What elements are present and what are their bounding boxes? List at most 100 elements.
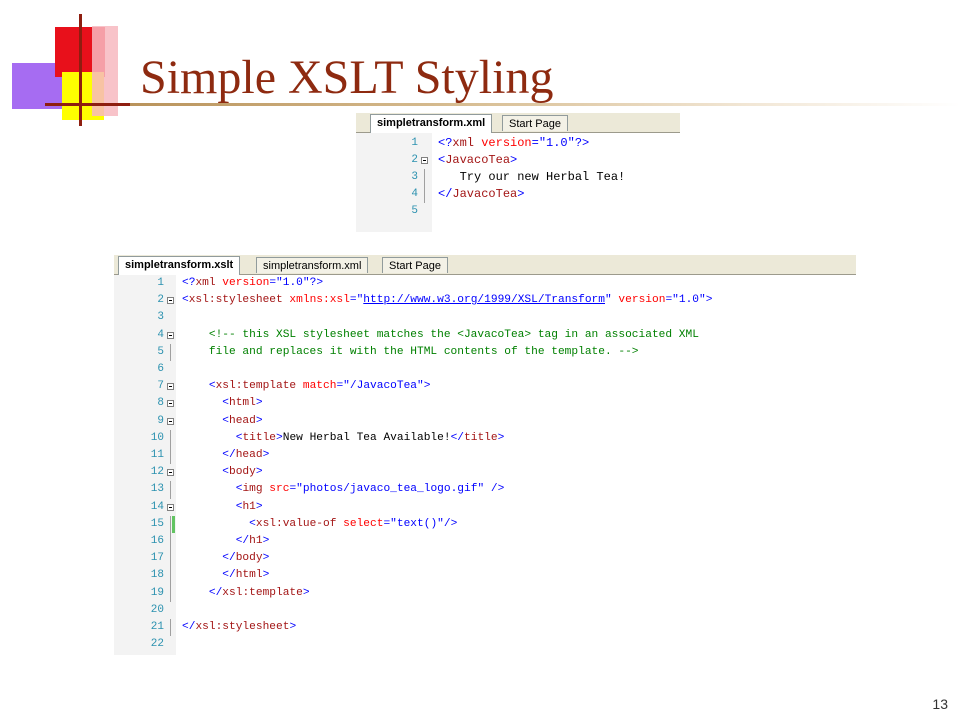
code-line: 17 </body> <box>114 550 856 568</box>
code-line: 4 <!-- this XSL stylesheet matches the <… <box>114 327 856 344</box>
code-token: "photos/javaco_tea_logo.gif" <box>296 483 485 496</box>
code-line: 19 </xsl:template> <box>114 584 856 602</box>
code-token: > <box>255 466 263 479</box>
code-token: </ <box>182 621 196 633</box>
code-token: New Herbal Tea Available! <box>282 431 451 444</box>
fold-guide-line <box>170 481 171 499</box>
code-token: </ <box>438 187 453 201</box>
logo-horizontal-line <box>45 103 140 106</box>
code-token: xsl:stylesheet <box>188 294 283 307</box>
code-line: 15 <xsl:value-of select="text()"/> <box>114 515 856 533</box>
code-token: < <box>182 500 243 513</box>
code-token: > <box>262 552 270 565</box>
tab-simpletransform-xslt[interactable]: simpletransform.xslt <box>118 256 241 275</box>
code-line: 6 <box>114 361 856 378</box>
code-text: </h1> <box>182 533 270 550</box>
code-token: ?> <box>309 277 324 289</box>
code-token: select <box>336 517 384 530</box>
line-number: 22 <box>150 638 164 651</box>
line-number: 21 <box>150 621 164 633</box>
tab-simpletransform-xml[interactable]: simpletransform.xml <box>370 114 493 133</box>
code-token: body <box>229 466 256 479</box>
code-token: </ <box>450 431 465 444</box>
code-line: 21 </xsl:stylesheet> <box>114 619 856 637</box>
fold-toggle-icon[interactable] <box>167 503 174 511</box>
code-line: 3 <box>114 309 856 326</box>
code-line: 3 Try our new Herbal Tea! <box>356 169 680 186</box>
fold-guide-line <box>170 343 171 361</box>
code-line: 20 <box>114 602 856 619</box>
code-line: 8 <html> <box>114 395 856 412</box>
xslt-code-editor[interactable]: 1 <?xml version="1.0"?> 2 <xsl:stylesheet x… <box>114 275 856 655</box>
code-line: 1 <?xml version="1.0"?> <box>356 135 680 152</box>
code-token: > <box>289 621 297 633</box>
code-token: = <box>349 294 357 307</box>
code-token: </ <box>182 569 236 582</box>
page-number: 13 <box>932 696 948 712</box>
code-line: 22 <box>114 636 856 653</box>
code-line: 12 <body> <box>114 464 856 481</box>
fold-toggle-icon[interactable] <box>421 157 428 164</box>
fold-guide-line <box>170 515 171 533</box>
code-text: </xsl:template> <box>182 585 310 602</box>
code-token: h1 <box>249 535 263 547</box>
code-token: head <box>229 414 256 427</box>
tab-start-page[interactable]: Start Page <box>382 257 448 273</box>
line-number: 20 <box>150 603 164 616</box>
line-number: 2 <box>157 294 164 307</box>
code-token: <? <box>438 136 453 150</box>
fold-toggle-icon[interactable] <box>167 383 174 391</box>
slide-title: Simple XSLT Styling <box>140 51 554 104</box>
code-token: > <box>255 500 263 513</box>
code-token: "1.0" <box>276 277 310 289</box>
code-token: < <box>182 414 229 427</box>
code-token: title <box>242 431 277 444</box>
line-number: 15 <box>150 517 164 530</box>
xml-code-editor[interactable]: 1 <?xml version="1.0"?> 2 <JavacoTea> 3 Try … <box>356 133 680 232</box>
tab-start-page[interactable]: Start Page <box>502 115 568 131</box>
fold-toggle-icon[interactable] <box>167 417 174 425</box>
fold-toggle-icon[interactable] <box>167 331 174 339</box>
fold-guide-line <box>170 447 171 465</box>
code-token: html <box>229 397 256 410</box>
code-token: xmlns:xsl <box>282 294 350 307</box>
line-number: 16 <box>150 535 164 547</box>
code-text: file and replaces it with the HTML conte… <box>182 344 639 361</box>
xml-editor-window: simpletransform.xml Start Page 1 <?xml ve… <box>356 113 680 232</box>
line-number: 14 <box>150 500 164 513</box>
fold-toggle-icon[interactable] <box>167 469 174 477</box>
code-token: xsl:template <box>222 586 303 599</box>
code-text: <html> <box>182 395 262 412</box>
code-token: src <box>262 483 290 496</box>
code-token: > <box>262 449 270 461</box>
fold-guide-line <box>170 550 171 568</box>
line-number: 5 <box>157 345 164 358</box>
code-line: 13 <img src="photos/javaco_tea_logo.gif"… <box>114 481 856 499</box>
code-token: > <box>262 535 270 547</box>
code-token: xml <box>452 136 475 150</box>
code-token: <!-- this XSL stylesheet matches the <Ja… <box>182 328 699 341</box>
code-line: 18 </html> <box>114 567 856 585</box>
code-text: <JavacoTea> <box>438 152 517 169</box>
fold-guide-line <box>170 429 171 447</box>
code-token: < <box>182 517 256 530</box>
line-number: 10 <box>150 431 164 444</box>
line-number: 4 <box>411 188 418 200</box>
code-token: JavacoTea <box>445 153 511 167</box>
code-token: "text()" <box>390 517 444 530</box>
code-token: > <box>262 569 270 582</box>
line-number: 7 <box>157 380 164 393</box>
code-token: match <box>296 380 337 393</box>
code-token: = <box>531 136 539 150</box>
tab-simpletransform-xml[interactable]: simpletransform.xml <box>256 257 369 273</box>
fold-toggle-icon[interactable] <box>167 297 174 305</box>
code-token: <? <box>182 277 196 289</box>
fold-guide-line <box>170 584 171 602</box>
code-line: 2 <xsl:stylesheet xmlns:xsl= "http://www.w… <box>114 292 856 309</box>
code-token: > <box>517 187 525 201</box>
line-number: 3 <box>411 171 418 183</box>
logo-vertical-line <box>79 14 82 126</box>
fold-toggle-icon[interactable] <box>167 400 174 408</box>
code-token: "/JavacoTea" <box>343 380 424 393</box>
code-token: > <box>302 586 310 599</box>
